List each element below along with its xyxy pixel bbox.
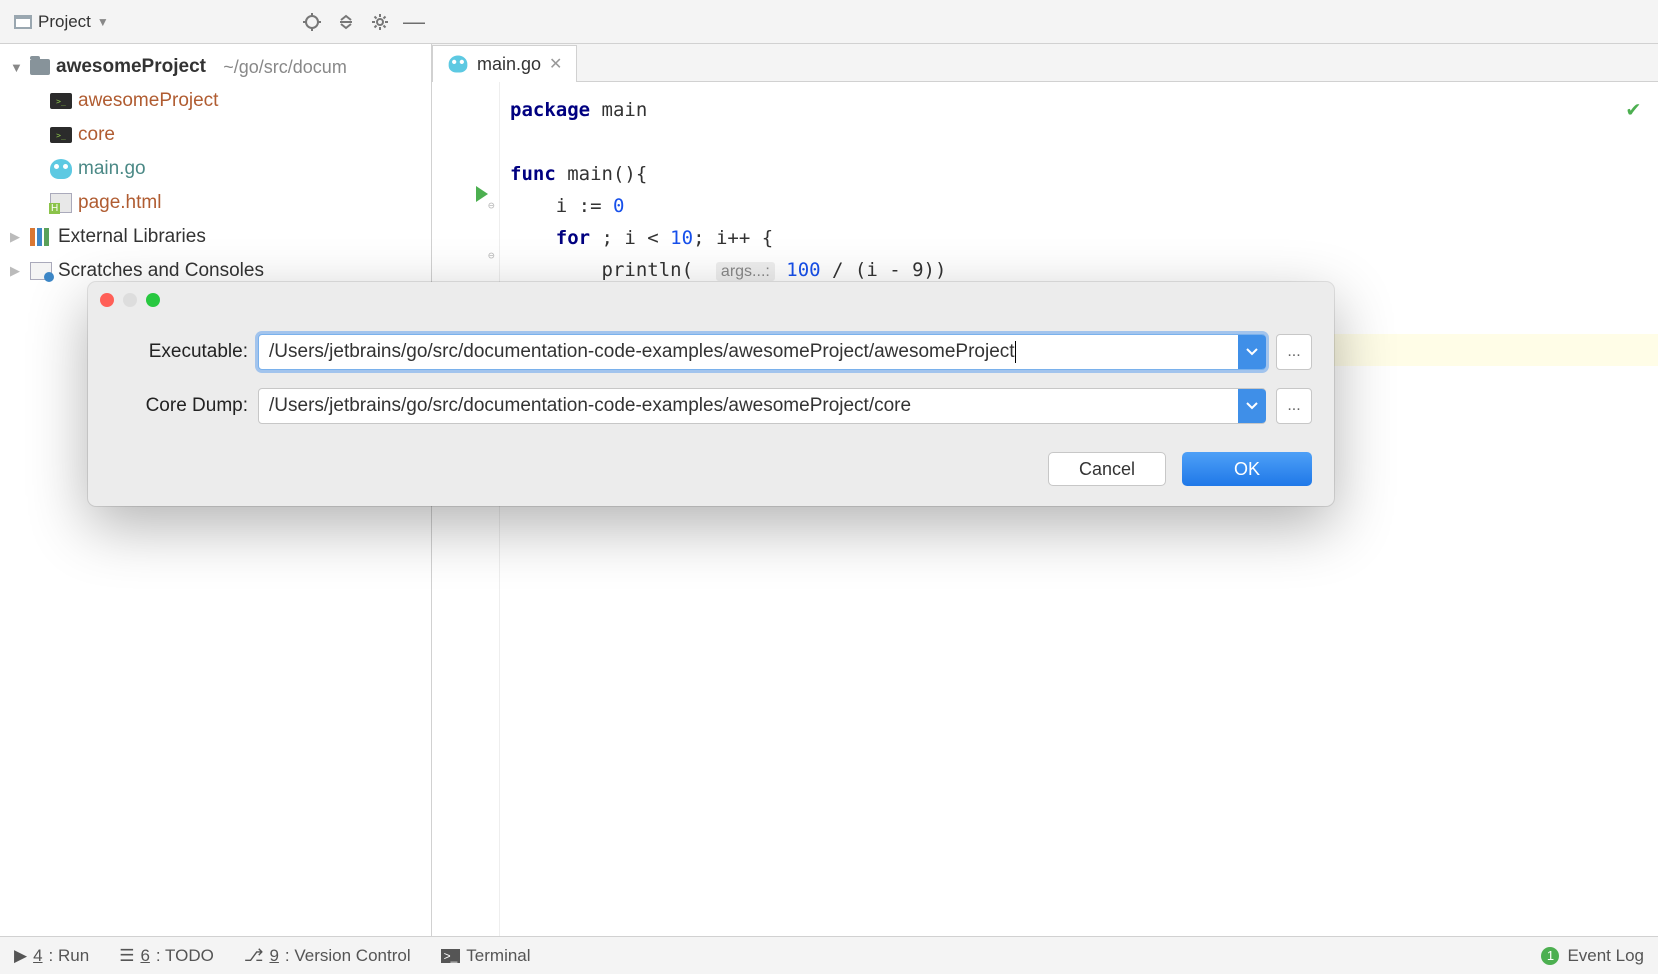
code-text[interactable]: package main func main(){ i := 0 for ; i… xyxy=(500,82,1658,936)
status-bar: ▶ 4: Run ☰ 6: TODO ⎇ 9: Version Control … xyxy=(0,936,1658,974)
coredump-browse-button[interactable]: ... xyxy=(1276,388,1312,424)
coredump-label: Core Dump: xyxy=(110,395,248,417)
binary-icon: >_ xyxy=(50,127,72,143)
window-minimize-icon xyxy=(123,293,137,307)
root-path: ~/go/src/docum xyxy=(223,57,347,78)
chevron-down-icon: ▼ xyxy=(97,15,109,29)
project-icon xyxy=(14,15,32,29)
external-label: External Libraries xyxy=(58,226,206,248)
todo-list-icon: ☰ xyxy=(119,946,134,966)
tree-label: core xyxy=(78,124,115,146)
cancel-button[interactable]: Cancel xyxy=(1048,452,1166,486)
binary-icon: >_ xyxy=(50,93,72,109)
run-gutter-icon[interactable] xyxy=(476,186,488,202)
window-zoom-icon[interactable] xyxy=(146,293,160,307)
editor-tab-maingo[interactable]: main.go ✕ xyxy=(432,45,577,82)
collapse-icon[interactable] xyxy=(336,12,356,32)
library-icon xyxy=(30,228,52,246)
ok-button[interactable]: OK xyxy=(1182,452,1312,486)
project-dropdown[interactable]: Project ▼ xyxy=(14,12,109,32)
tree-label: awesomeProject xyxy=(78,90,218,112)
text-cursor xyxy=(1015,341,1016,363)
sb-todo[interactable]: ☰ 6: TODO xyxy=(119,946,214,966)
html-file-icon xyxy=(50,193,72,213)
vcs-branch-icon: ⎇ xyxy=(244,946,264,966)
dialog-footer: Cancel OK xyxy=(88,442,1334,486)
inspection-ok-icon[interactable]: ✔ xyxy=(1627,94,1640,126)
tree-root[interactable]: ▼ awesomeProject ~/go/src/docum xyxy=(0,50,431,84)
fold-icon[interactable]: ⊖ xyxy=(488,240,495,272)
close-icon[interactable]: ✕ xyxy=(549,54,562,74)
window-close-icon[interactable] xyxy=(100,293,114,307)
coredump-value: /Users/jetbrains/go/src/documentation-co… xyxy=(269,395,911,417)
go-file-icon xyxy=(449,56,468,73)
gear-icon[interactable] xyxy=(370,12,390,32)
executable-input[interactable]: /Users/jetbrains/go/src/documentation-co… xyxy=(258,334,1266,370)
expand-arrow-icon[interactable]: ▶ xyxy=(10,229,24,245)
expand-arrow-icon[interactable]: ▼ xyxy=(10,60,24,75)
core-dump-dialog: Executable: /Users/jetbrains/go/src/docu… xyxy=(88,282,1334,506)
expand-arrow-icon[interactable]: ▶ xyxy=(10,263,24,279)
sb-terminal[interactable]: >_ Terminal xyxy=(441,946,531,966)
minimize-icon[interactable]: — xyxy=(404,12,424,32)
tree-label: page.html xyxy=(78,192,161,214)
project-panel-header: Project ▼ — xyxy=(0,12,432,32)
run-arrow-icon: ▶ xyxy=(14,946,27,966)
sb-eventlog[interactable]: 1 Event Log xyxy=(1541,946,1644,966)
coredump-row: Core Dump: /Users/jetbrains/go/src/docum… xyxy=(110,388,1312,424)
go-file-icon xyxy=(50,159,72,179)
tab-filename: main.go xyxy=(477,54,541,75)
executable-value: /Users/jetbrains/go/src/documentation-co… xyxy=(269,341,1015,363)
dropdown-arrow-icon[interactable] xyxy=(1238,389,1266,423)
tree-item-pagehtml[interactable]: page.html xyxy=(0,186,431,220)
terminal-icon: >_ xyxy=(441,949,461,963)
executable-browse-button[interactable]: ... xyxy=(1276,334,1312,370)
root-name: awesomeProject xyxy=(56,56,206,78)
fold-icon[interactable]: ⊖ xyxy=(488,190,495,222)
editor-tabbar: main.go ✕ xyxy=(432,44,1658,82)
executable-label: Executable: xyxy=(110,341,248,363)
dialog-titlebar[interactable] xyxy=(88,282,1334,318)
tree-item-maingo[interactable]: main.go xyxy=(0,152,431,186)
coredump-input[interactable]: /Users/jetbrains/go/src/documentation-co… xyxy=(258,388,1266,424)
scratch-icon xyxy=(30,262,52,280)
dialog-body: Executable: /Users/jetbrains/go/src/docu… xyxy=(88,318,1334,424)
locate-icon[interactable] xyxy=(302,12,322,32)
folder-icon xyxy=(30,59,50,75)
project-label: Project xyxy=(38,12,91,32)
tree-label: main.go xyxy=(78,158,146,180)
sb-run[interactable]: ▶ 4: Run xyxy=(14,946,89,966)
scratches-label: Scratches and Consoles xyxy=(58,260,264,282)
project-header-icons: — xyxy=(302,12,424,32)
tree-item-exe[interactable]: >_ awesomeProject xyxy=(0,84,431,118)
notification-badge: 1 xyxy=(1541,947,1559,965)
sb-vcs[interactable]: ⎇ 9: Version Control xyxy=(244,946,411,966)
tree-external-libs[interactable]: ▶ External Libraries xyxy=(0,220,431,254)
parameter-hint: args...: xyxy=(716,262,775,281)
executable-row: Executable: /Users/jetbrains/go/src/docu… xyxy=(110,334,1312,370)
code-editor[interactable]: ⊖ ⊖ ⊖ ⊖ package main func main(){ i := 0… xyxy=(432,82,1658,936)
tree-item-core[interactable]: >_ core xyxy=(0,118,431,152)
dropdown-arrow-icon[interactable] xyxy=(1238,335,1266,369)
gutter: ⊖ ⊖ ⊖ ⊖ xyxy=(432,82,500,936)
top-toolbar: Project ▼ — xyxy=(0,0,1658,44)
